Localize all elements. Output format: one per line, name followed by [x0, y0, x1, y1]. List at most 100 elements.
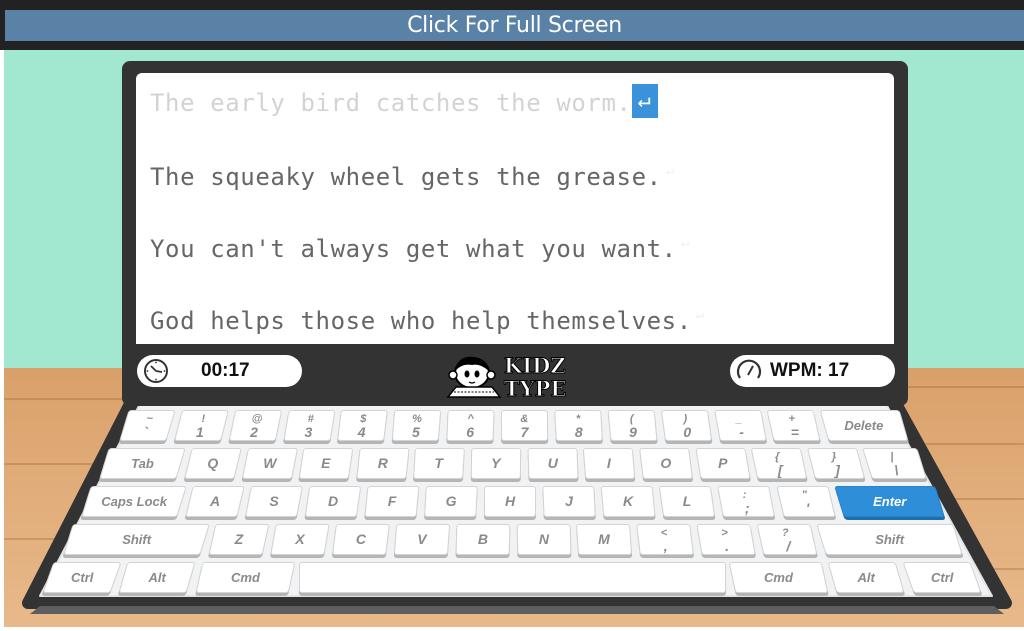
- typing-screen[interactable]: The early bird catches the worm. ↵ The sq…: [136, 73, 894, 344]
- key-w[interactable]: W: [241, 448, 298, 479]
- key-m[interactable]: M: [576, 524, 633, 555]
- key-symbol[interactable]: + =: [766, 410, 821, 441]
- key-s[interactable]: S: [245, 486, 304, 517]
- return-marker-icon: ↵: [631, 84, 658, 118]
- key-label: /: [786, 538, 791, 554]
- key-symbol[interactable]: _ -: [713, 410, 767, 441]
- key-o[interactable]: O: [639, 448, 693, 479]
- key-i[interactable]: I: [583, 448, 636, 479]
- key-label: -: [738, 424, 744, 440]
- key-b[interactable]: B: [455, 524, 510, 555]
- key-u[interactable]: U: [527, 448, 578, 479]
- key-shift-label: ": [801, 489, 807, 501]
- key-shift-label: ): [683, 413, 687, 425]
- key-cmd[interactable]: Cmd: [728, 562, 829, 593]
- key-v[interactable]: V: [393, 524, 450, 555]
- key-4[interactable]: $4: [337, 410, 389, 441]
- key-label: O: [660, 455, 672, 471]
- key-label: `: [143, 424, 148, 440]
- key-ctrl[interactable]: Ctrl: [42, 562, 122, 593]
- key-shift-label: |: [890, 451, 894, 463]
- return-marker-icon: ↵: [665, 163, 675, 179]
- key-symbol[interactable]: ? /: [756, 524, 818, 555]
- key-d[interactable]: D: [305, 486, 362, 517]
- key-h[interactable]: H: [484, 486, 537, 517]
- key-y[interactable]: Y: [470, 448, 521, 479]
- key-0[interactable]: ) 0: [660, 410, 712, 441]
- key-symbol[interactable]: ~ `: [119, 410, 176, 441]
- key-symbol[interactable]: }]: [806, 448, 865, 479]
- key-symbol[interactable]: | \: [862, 448, 927, 479]
- key-2[interactable]: @2: [228, 410, 282, 441]
- key-q[interactable]: Q: [184, 448, 242, 479]
- key-symbol[interactable]: >.: [696, 524, 756, 555]
- key-shift-label: (: [629, 413, 634, 425]
- logo-text-type: TYPE: [504, 376, 566, 399]
- key-label: Alt: [857, 570, 876, 585]
- key-p[interactable]: P: [694, 448, 750, 479]
- key-shift-label: _: [735, 413, 742, 425]
- key-label: Delete: [844, 418, 884, 433]
- key-symbol[interactable]: {[: [750, 448, 808, 479]
- key-shift-label: #: [307, 413, 314, 425]
- key-8[interactable]: * 8: [554, 410, 603, 441]
- key-caps-lock[interactable]: Caps Lock: [81, 486, 188, 517]
- key-x[interactable]: X: [270, 524, 330, 555]
- key-delete[interactable]: Delete: [819, 410, 909, 441]
- key-shift[interactable]: Shift: [63, 524, 211, 555]
- key-r[interactable]: R: [356, 448, 410, 479]
- key-symbol[interactable]: <,: [636, 524, 694, 555]
- fullscreen-button[interactable]: Click For Full Screen: [5, 10, 1024, 41]
- key-5[interactable]: % 5: [392, 410, 442, 441]
- key-7[interactable]: & 7: [500, 410, 549, 441]
- key-t[interactable]: T: [413, 448, 465, 479]
- return-marker-icon: ↵: [695, 307, 705, 323]
- key-label: U: [547, 455, 558, 471]
- key-alt[interactable]: Alt: [118, 562, 197, 593]
- key-label: V: [417, 531, 427, 547]
- key-shift-label: >: [721, 527, 728, 539]
- key-label: Y: [491, 455, 501, 471]
- key-k[interactable]: K: [601, 486, 656, 517]
- typing-line-4: God helps those who help themselves. ↵: [150, 307, 705, 335]
- key-e[interactable]: E: [298, 448, 354, 479]
- key-f[interactable]: F: [364, 486, 420, 517]
- key-1[interactable]: ! 1: [173, 410, 229, 441]
- key-g[interactable]: G: [424, 486, 479, 517]
- key-label: Enter: [872, 494, 906, 509]
- key-9[interactable]: (9: [607, 410, 658, 441]
- key-cmd[interactable]: Cmd: [195, 562, 296, 593]
- key-z[interactable]: Z: [208, 524, 270, 555]
- key-label: T: [434, 455, 444, 471]
- logo-text-kidz: KIDZ: [504, 353, 566, 378]
- key-label: ': [805, 500, 809, 516]
- key-label: C: [355, 531, 366, 547]
- key-c[interactable]: C: [332, 524, 390, 555]
- key-alt[interactable]: Alt: [827, 562, 906, 593]
- key-n[interactable]: N: [516, 524, 571, 555]
- key-shift-label: +: [788, 413, 796, 425]
- key-j[interactable]: J: [542, 486, 597, 517]
- key-ctrl[interactable]: Ctrl: [902, 562, 982, 593]
- key-6[interactable]: ^ 6: [446, 410, 495, 441]
- key-shift-label: *: [575, 413, 581, 425]
- key-a[interactable]: A: [185, 486, 246, 517]
- key-shift-label: ?: [781, 527, 789, 539]
- key-3[interactable]: #3: [283, 410, 336, 441]
- kidztype-logo: KIDZ TYPE: [446, 353, 567, 399]
- key-shift-label: @: [251, 413, 263, 425]
- key-tab[interactable]: Tab: [99, 448, 186, 479]
- line-text: God helps those who help themselves.: [150, 307, 692, 335]
- key-enter[interactable]: Enter: [833, 486, 945, 517]
- key-shift[interactable]: Shift: [815, 524, 963, 555]
- monitor: The early bird catches the worm. ↵ The sq…: [122, 61, 908, 406]
- key-label: P: [717, 455, 727, 471]
- key-label: Ctrl: [70, 570, 94, 585]
- key-l[interactable]: L: [659, 486, 716, 517]
- key-label: Cmd: [230, 570, 260, 585]
- key-symbol[interactable]: :;: [717, 486, 776, 517]
- key-space[interactable]: [298, 562, 726, 593]
- key-symbol[interactable]: " ': [775, 486, 836, 517]
- key-label: 2: [249, 424, 258, 440]
- key-label: .: [725, 538, 729, 554]
